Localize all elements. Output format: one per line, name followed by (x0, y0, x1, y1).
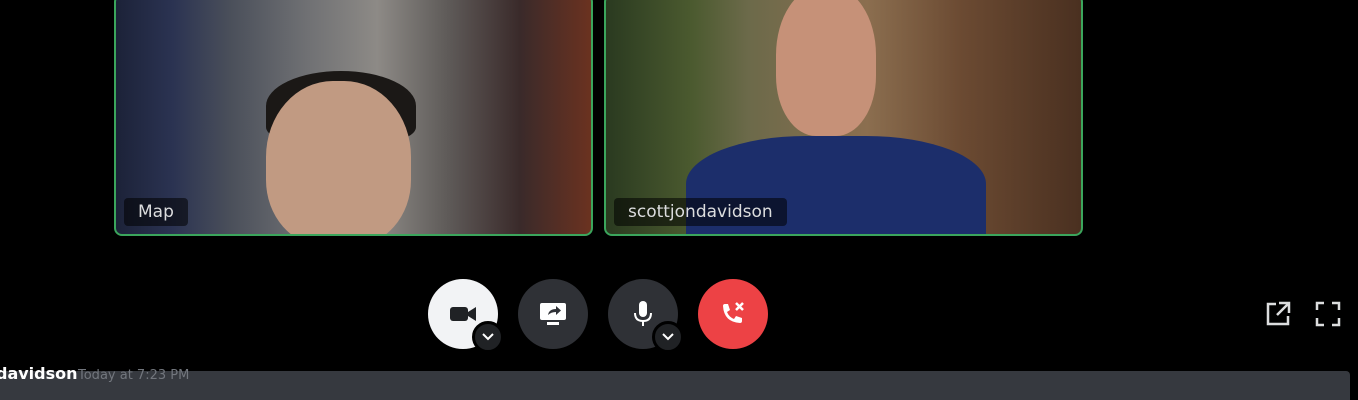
message-username[interactable]: davidson (0, 364, 78, 383)
turn-off-camera-button[interactable] (428, 279, 504, 353)
participant-name-tag: Map (124, 198, 188, 226)
video-camera-icon (450, 307, 476, 321)
chevron-down-icon (662, 333, 674, 341)
popout-button[interactable] (1264, 300, 1292, 328)
disconnect-icon (723, 302, 744, 323)
video-tile-map[interactable]: Map (114, 0, 593, 236)
share-screen-button[interactable] (518, 279, 588, 349)
message-timestamp: Today at 7:23 PM (78, 368, 190, 383)
microphone-icon (634, 301, 652, 326)
fullscreen-icon (1315, 301, 1341, 327)
message-item (0, 371, 1350, 400)
fullscreen-button[interactable] (1314, 300, 1342, 328)
participant-video-scott (776, 0, 876, 136)
popout-icon (1266, 301, 1291, 326)
video-options-button[interactable] (472, 321, 504, 353)
mute-button[interactable] (608, 279, 684, 353)
disconnect-button[interactable] (698, 279, 768, 349)
screen-share-icon (540, 303, 566, 325)
participant-video-map (266, 81, 411, 234)
audio-options-button[interactable] (652, 321, 684, 353)
call-controls (428, 279, 768, 353)
participant-name-tag: scottjondavidson (614, 198, 787, 226)
chevron-down-icon (482, 333, 494, 341)
video-tile-scottjondavidson[interactable]: scottjondavidson (604, 0, 1083, 236)
